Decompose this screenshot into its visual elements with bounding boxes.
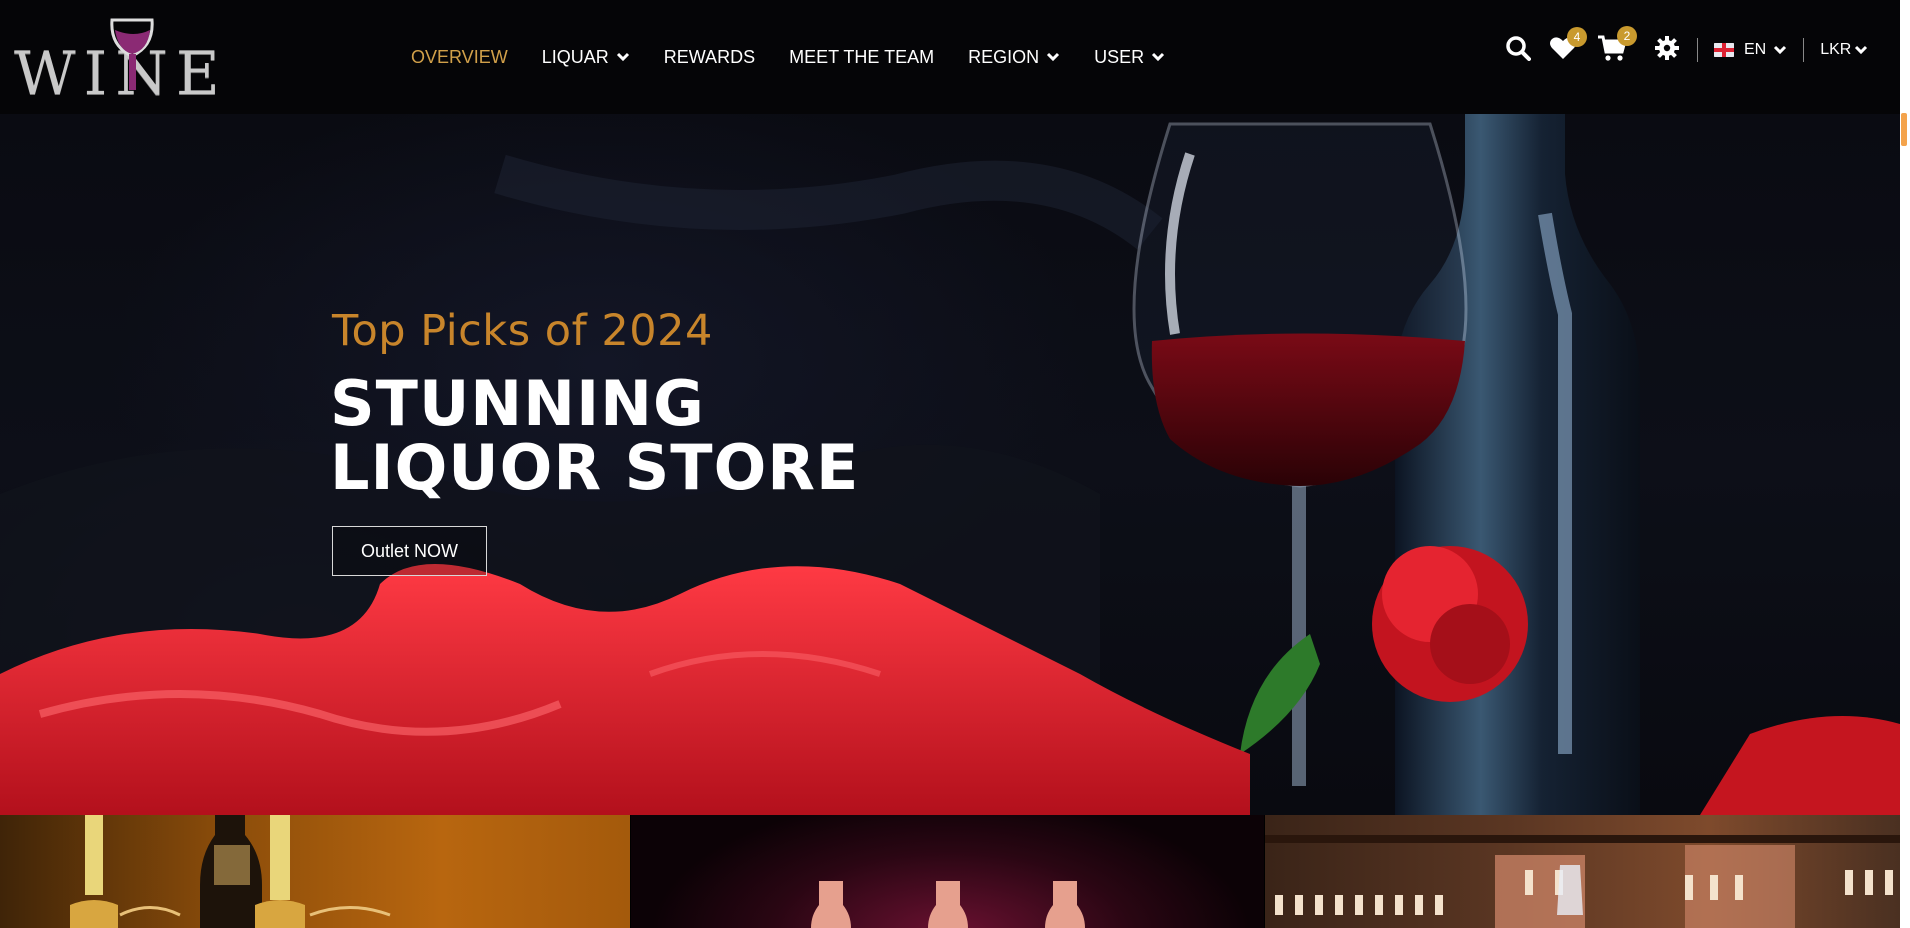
language-selector[interactable]: EN (1714, 41, 1787, 59)
currency-selector[interactable]: LKR (1820, 41, 1868, 59)
nav-user[interactable]: USER (1094, 44, 1165, 70)
wishlist-button[interactable]: 4 (1549, 26, 1587, 66)
category-tiles (0, 815, 1900, 928)
rose-bottles-image (811, 881, 1085, 928)
search-icon (1506, 35, 1531, 61)
wishlist-count-badge: 4 (1567, 26, 1587, 47)
header-tools: 4 2 EN LKR (1505, 25, 1868, 68)
nav-overview[interactable]: OVERVIEW (411, 44, 508, 70)
chevron-down-icon (1855, 45, 1868, 55)
scrollbar-thumb[interactable] (1901, 113, 1907, 146)
outlet-now-button[interactable]: Outlet NOW (332, 526, 487, 576)
nav-user-label: USER (1094, 47, 1145, 67)
search-button[interactable] (1505, 35, 1531, 66)
hero-title: STUNNING LIQUOR STORE (330, 372, 859, 500)
nav-rewards[interactable]: REWARDS (664, 44, 755, 70)
hero-background-image (0, 114, 1900, 815)
language-label: EN (1744, 41, 1767, 58)
page-scrollbar[interactable] (1900, 0, 1910, 928)
gear-icon (1655, 35, 1679, 60)
candles-wine-image (70, 815, 391, 928)
hero-title-line-2: LIQUOR STORE (330, 431, 860, 504)
hero-banner: Top Picks of 2024 STUNNING LIQUOR STORE … (0, 114, 1900, 815)
category-tile-2[interactable] (631, 815, 1264, 928)
cart-button[interactable]: 2 (1597, 25, 1637, 67)
chevron-down-icon (1047, 52, 1060, 62)
nav-meet-the-team-label: MEET THE TEAM (789, 47, 935, 67)
logo[interactable]: WINE (14, 14, 260, 104)
chevron-down-icon (1152, 52, 1165, 62)
wine-glass-logo-icon (110, 18, 154, 90)
nav-region-label: REGION (968, 47, 1040, 67)
hero-title-line-1: STUNNING (330, 367, 705, 440)
currency-label: LKR (1820, 41, 1852, 58)
nav-region[interactable]: REGION (968, 44, 1060, 70)
nav-overview-label: OVERVIEW (411, 47, 508, 67)
nav-meet-the-team[interactable]: MEET THE TEAM (789, 44, 934, 70)
bar-shelves-image (1265, 835, 1900, 928)
cart-count-badge: 2 (1617, 25, 1637, 46)
uk-flag-icon (1714, 43, 1734, 57)
chevron-down-icon (616, 52, 629, 62)
nav-liquar[interactable]: LIQUAR (542, 44, 630, 70)
main-nav: OVERVIEW LIQUAR REWARDS MEET THE TEAM RE… (411, 44, 1199, 70)
site-header: WINE OVERVIEW LIQUAR REWARDS MEET THE TE… (0, 0, 1900, 114)
divider (1803, 38, 1805, 62)
settings-button[interactable] (1655, 35, 1679, 65)
chevron-down-icon (1774, 45, 1787, 55)
category-tile-3[interactable] (1265, 815, 1900, 928)
category-tile-1[interactable] (0, 815, 630, 928)
nav-liquar-label: LIQUAR (541, 47, 609, 67)
hero-subtitle: Top Picks of 2024 (332, 306, 713, 356)
divider (1697, 38, 1698, 62)
nav-rewards-label: REWARDS (663, 47, 756, 67)
